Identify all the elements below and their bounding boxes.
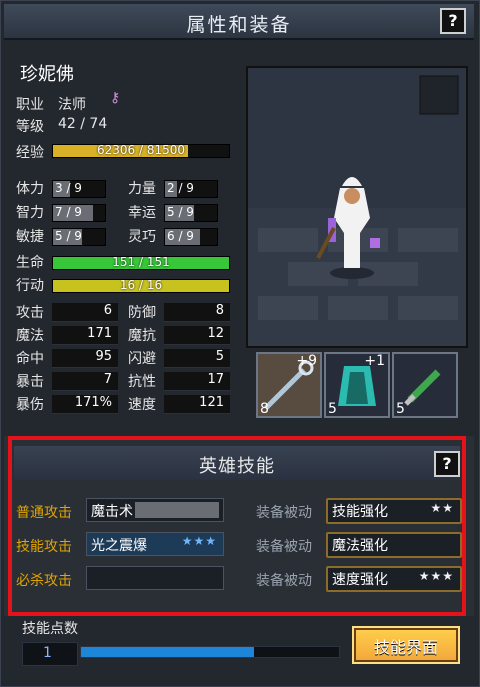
help-button[interactable]: ? [440, 8, 466, 34]
key-icon: ⚷ [110, 90, 121, 106]
exp-bar: 62306 / 81500 [52, 143, 230, 158]
attribute-value: 2 / 9 [167, 181, 194, 195]
equip-slot-accessory[interactable]: 5 [392, 352, 458, 418]
skill-points-bar-fill [81, 647, 254, 657]
character-portrait [246, 66, 468, 348]
combat-value: 95 [95, 349, 112, 364]
skill-interface-button-label: 技能界面 [373, 638, 438, 657]
attribute-label: 智力 [16, 205, 44, 221]
attribute-label: 幸运 [128, 205, 156, 221]
combat-value: 8 [215, 303, 224, 318]
combat-label: 防御 [128, 305, 156, 321]
exp-text: 62306 / 81500 [96, 143, 186, 157]
portrait-scene [248, 68, 466, 346]
equip-slot-armor[interactable]: 5 +1 [324, 352, 390, 418]
skill-points-footer: 技能点数 1 技能界面 [4, 616, 474, 681]
combat-label: 命中 [16, 351, 44, 367]
equip-slot-weapon-count: 8 [260, 401, 269, 417]
combat-value: 121 [199, 395, 224, 410]
combat-label: 攻击 [16, 305, 44, 321]
attribute-label: 敏捷 [16, 229, 44, 245]
combat-value: 12 [207, 326, 224, 341]
attribute-bar: 2 / 9 [164, 180, 218, 198]
attribute-bar: 7 / 9 [52, 204, 106, 222]
combat-label: 闪避 [128, 351, 156, 367]
combat-value: 6 [103, 303, 112, 318]
skill-interface-button[interactable]: 技能界面 [352, 626, 460, 664]
exp-label: 经验 [16, 145, 44, 161]
combat-label: 速度 [128, 397, 156, 413]
attribute-label: 体力 [16, 181, 44, 197]
combat-label: 暴击 [16, 374, 44, 390]
attribute-label: 力量 [128, 181, 156, 197]
ap-label: 行动 [16, 278, 44, 294]
hp-text: 151 / 151 [112, 255, 170, 269]
attribute-bar: 3 / 9 [52, 180, 106, 198]
combat-value-box: 17 [164, 372, 230, 391]
title-bar: 属性和装备 ? [4, 4, 474, 40]
window-title: 属性和装备 [186, 14, 292, 36]
equip-slot-armor-plus: +1 [364, 353, 385, 369]
ap-text: 16 / 16 [119, 278, 163, 292]
combat-value: 171 [87, 326, 112, 341]
attribute-value: 6 / 9 [167, 229, 194, 243]
attribute-value: 5 / 9 [55, 229, 82, 243]
attribute-value: 7 / 9 [55, 205, 82, 219]
character-name: 珍妮佛 [20, 64, 74, 85]
skill-points-value: 1 [43, 645, 52, 661]
class-label: 职业 [16, 97, 44, 113]
skills-highlight-frame [8, 436, 466, 616]
equip-slot-armor-count: 5 [328, 401, 337, 417]
attribute-value: 3 / 9 [55, 181, 82, 195]
combat-value-box: 7 [52, 372, 118, 391]
attribute-bar: 5 / 9 [164, 204, 218, 222]
combat-label: 魔法 [16, 328, 44, 344]
hp-bar: 151 / 151 [52, 255, 230, 270]
combat-label: 暴伤 [16, 397, 44, 413]
combat-value-box: 6 [52, 303, 118, 322]
hp-label: 生命 [16, 255, 44, 271]
combat-value-box: 171 [52, 326, 118, 345]
combat-value-box: 95 [52, 349, 118, 368]
equip-slot-accessory-count: 5 [396, 401, 405, 417]
combat-value-box: 5 [164, 349, 230, 368]
combat-value: 17 [207, 372, 224, 387]
equip-slot-weapon-plus: +9 [296, 353, 317, 369]
combat-value: 171% [74, 395, 112, 410]
combat-value-box: 121 [164, 395, 230, 414]
combat-value-box: 8 [164, 303, 230, 322]
combat-label: 魔抗 [128, 328, 156, 344]
level-label: 等级 [16, 119, 44, 135]
combat-value-box: 171% [52, 395, 118, 414]
attribute-bar: 6 / 9 [164, 228, 218, 246]
combat-value-box: 12 [164, 326, 230, 345]
attribute-value: 5 / 9 [167, 205, 194, 219]
skill-points-box: 1 [22, 642, 78, 666]
combat-value: 7 [103, 372, 112, 387]
combat-value: 5 [215, 349, 224, 364]
ap-bar: 16 / 16 [52, 278, 230, 293]
attribute-label: 灵巧 [128, 229, 156, 245]
skill-points-label: 技能点数 [22, 621, 78, 637]
class-value: 法师 [58, 97, 86, 113]
equip-slot-weapon[interactable]: 8 +9 [256, 352, 322, 418]
combat-label: 抗性 [128, 374, 156, 390]
attribute-bar: 5 / 9 [52, 228, 106, 246]
level-value: 42 / 74 [58, 116, 108, 132]
skill-points-bar [80, 646, 340, 658]
